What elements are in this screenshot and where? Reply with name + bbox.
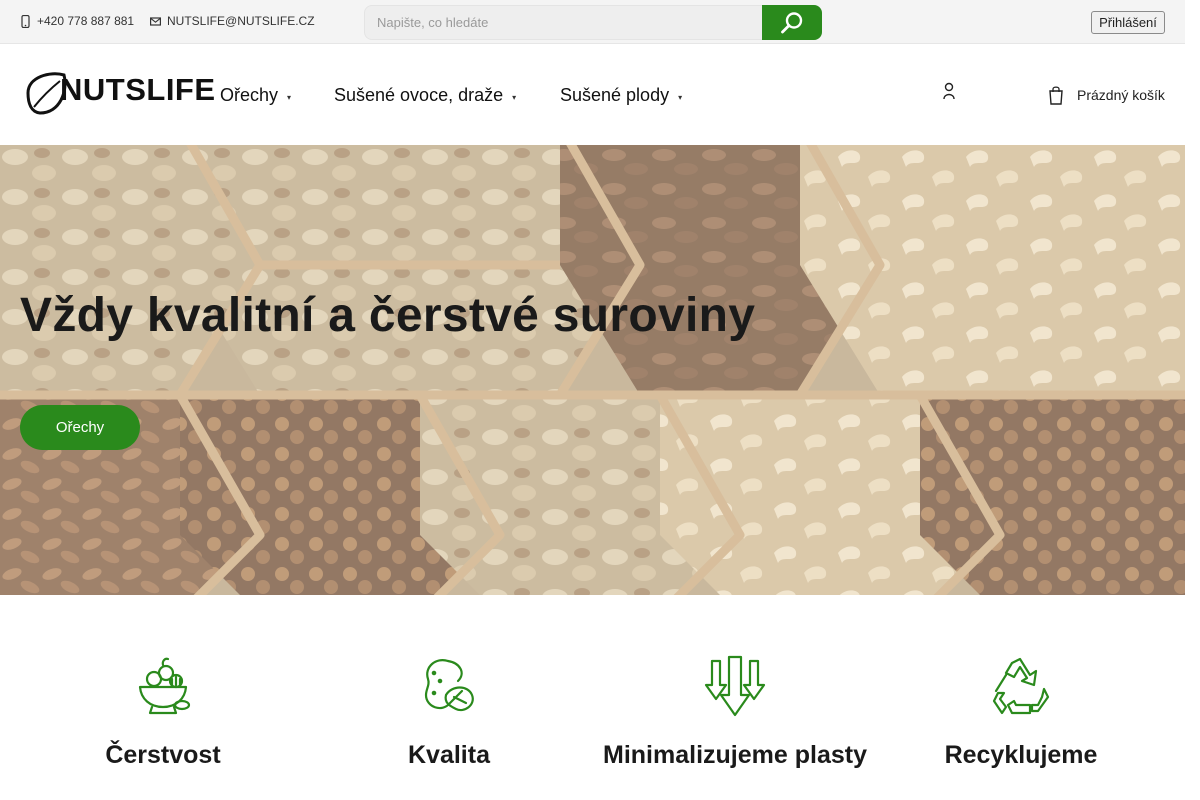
nav-item-label: Sušené ovoce, draže	[334, 85, 504, 105]
features-section: Čerstvost Kvalita Minimalizujeme plasty	[20, 655, 1165, 800]
search-input[interactable]	[364, 5, 762, 40]
search-bar	[364, 5, 822, 40]
feature-title: Recyklujeme	[944, 741, 1098, 769]
nav-item-label: Ořechy	[220, 85, 279, 105]
cart-label: Prázdný košík	[1077, 87, 1165, 103]
user-icon[interactable]	[943, 82, 955, 100]
chevron-down-icon: ▾	[287, 93, 292, 102]
login-button[interactable]: Přihlášení	[1091, 11, 1165, 34]
feature-recycling: Recyklujeme	[878, 655, 1164, 769]
feature-title: Čerstvost	[105, 741, 221, 769]
logo-text: NUTSLIFE	[60, 72, 216, 107]
hero-overlay	[0, 145, 1185, 595]
bowl-icon	[138, 657, 191, 715]
search-button[interactable]	[762, 5, 822, 40]
main-header: NUTSLIFE Ořechy ▾ Sušené ovoce, draže ▾ …	[0, 45, 1185, 145]
feature-freshness: Čerstvost	[20, 655, 306, 769]
cart-button[interactable]: Prázdný košík	[1049, 85, 1165, 105]
chevron-down-icon: ▾	[512, 93, 517, 102]
logo[interactable]: NUTSLIFE	[20, 67, 218, 119]
feature-quality: Kvalita	[306, 655, 592, 769]
nav-item-orechy[interactable]: Ořechy ▾	[220, 85, 291, 106]
hero-cta-button[interactable]: Ořechy	[20, 405, 140, 450]
search-icon	[781, 11, 803, 33]
peanut-icon	[424, 659, 474, 712]
email-address: NUTSLIFE@NUTSLIFE.CZ	[167, 14, 315, 28]
cart-icon	[1049, 86, 1063, 105]
phone-number: +420 778 887 881	[37, 14, 135, 28]
top-bar: +420 778 887 881 NUTSLIFE@NUTSLIFE.CZ Př…	[0, 0, 1185, 44]
nav-item-susene-ovoce[interactable]: Sušené ovoce, draže ▾	[334, 85, 516, 106]
feature-title: Minimalizujeme plasty	[603, 741, 867, 769]
recycle-icon	[992, 657, 1050, 715]
feature-minimize-plastics: Minimalizujeme plasty	[592, 655, 878, 769]
phone-icon	[21, 14, 30, 28]
feature-title: Kvalita	[408, 741, 490, 769]
arrows-down-icon	[704, 655, 766, 717]
hero-title: Vždy kvalitní a čerstvé suroviny	[20, 289, 756, 342]
phone-contact[interactable]: +420 778 887 881	[20, 14, 134, 28]
mail-icon	[150, 16, 161, 26]
chevron-down-icon: ▾	[678, 93, 683, 102]
email-contact[interactable]: NUTSLIFE@NUTSLIFE.CZ	[150, 14, 315, 28]
nav-item-susene-plody[interactable]: Sušené plody ▾	[560, 85, 682, 106]
hero-banner: Vždy kvalitní a čerstvé suroviny Ořechy	[0, 145, 1185, 595]
nav-item-label: Sušené plody	[560, 85, 670, 105]
